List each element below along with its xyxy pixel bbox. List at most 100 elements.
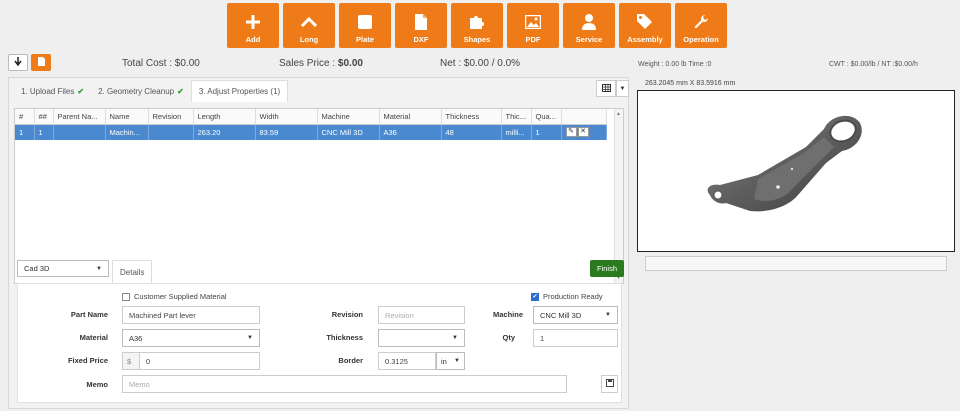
border-input[interactable]: 0.3125	[378, 352, 436, 370]
part-name-label: Part Name	[70, 310, 108, 319]
document-button[interactable]	[31, 54, 51, 71]
grid-header[interactable]: Thickness	[441, 109, 502, 125]
caret-down-icon: ▼	[454, 358, 460, 364]
image-icon	[525, 14, 541, 30]
tab-geometry-cleanup[interactable]: 2. Geometry Cleanup ✔	[91, 80, 191, 102]
download-button[interactable]	[8, 54, 28, 71]
caret-down-icon: ▼	[619, 85, 626, 92]
puzzle-icon	[469, 14, 485, 30]
service-button[interactable]: Service	[563, 3, 615, 48]
checkbox-checked[interactable]: ✔	[531, 292, 539, 301]
save-memo-button[interactable]	[601, 375, 618, 393]
grid-cell	[53, 124, 106, 140]
tab-details[interactable]: Details	[112, 260, 153, 283]
save-icon	[605, 379, 614, 389]
machine-value: CNC Mill 3D	[540, 310, 582, 320]
grid-header[interactable]: Width	[255, 109, 318, 125]
add-button-label: Add	[245, 35, 261, 44]
machine-select[interactable]: CNC Mill 3D ▼	[533, 306, 618, 324]
document-icon	[37, 57, 45, 68]
part-name-input[interactable]: Machined Part lever	[122, 306, 260, 324]
grid-header[interactable]: Revision	[148, 109, 194, 125]
close-icon[interactable]: ✕	[577, 127, 589, 138]
import-type-select[interactable]: Cad 3D ▼	[17, 260, 109, 277]
user-icon	[581, 14, 597, 30]
finish-button[interactable]: Finish	[590, 260, 624, 277]
grid-cell: 263.20	[193, 124, 256, 140]
parts-grid: # ## Parent Na... Name Revision Length W…	[14, 108, 624, 284]
checkmark-icon: ✔	[177, 86, 184, 96]
material-value: A36	[129, 333, 143, 343]
weight-time: Weight : 0.00 lb Time :0	[638, 61, 712, 68]
scroll-up-icon[interactable]: ▲	[616, 111, 621, 117]
long-button[interactable]: Long	[283, 3, 335, 48]
production-ready-checkbox[interactable]: ✔ Production Ready	[531, 292, 603, 301]
grid-header[interactable]: Thic...	[501, 109, 532, 125]
tab-upload-files[interactable]: 1. Upload Files ✔	[14, 80, 91, 102]
tab-adjust-properties[interactable]: 3. Adjust Properties (1)	[190, 80, 289, 102]
tab-adjust-properties-label: 3. Adjust Properties (1)	[198, 87, 281, 96]
grid-header[interactable]: ##	[34, 109, 54, 125]
plate-button-label: Plate	[356, 35, 374, 44]
cwt-rate: CWT : $0.00/lb / NT :$0.00/h	[829, 61, 918, 68]
add-button[interactable]: Add	[227, 3, 279, 48]
wrench-icon	[693, 14, 709, 30]
edit-icon[interactable]: ✎	[565, 127, 577, 138]
grid-header[interactable]: Parent Na...	[53, 109, 106, 125]
fixed-price-input[interactable]: 0	[139, 352, 260, 370]
grid-header[interactable]: Name	[105, 109, 149, 125]
border-unit-select[interactable]: in ▼	[436, 352, 465, 370]
sales-price-value: $0.00	[337, 58, 363, 69]
thickness-label: Thickness	[326, 333, 363, 342]
viewer-status-bar	[645, 256, 947, 271]
column-chooser-dropdown[interactable]: ▼	[616, 80, 629, 97]
customer-supplied-label: Customer Supplied Material	[134, 292, 227, 301]
part-dimensions: 263.2045 mm X 83.5916 mm	[645, 80, 736, 87]
caret-down-icon: ▼	[96, 265, 102, 272]
grid-header	[561, 109, 607, 125]
grid-header[interactable]: Machine	[317, 109, 380, 125]
shapes-button-label: Shapes	[463, 35, 491, 44]
operation-button[interactable]: Operation	[675, 3, 727, 48]
column-chooser-button[interactable]	[596, 80, 616, 97]
arrow-down-icon	[14, 57, 22, 68]
tab-details-label: Details	[120, 267, 145, 277]
grid-header[interactable]: Material	[379, 109, 442, 125]
thickness-select[interactable]: ▼	[378, 329, 465, 347]
parts-panel: 1. Upload Files ✔ 2. Geometry Cleanup ✔ 3.…	[8, 77, 629, 409]
service-button-label: Service	[575, 35, 603, 44]
dxf-button-label: DXF	[413, 35, 429, 44]
border-unit-value: in	[441, 356, 447, 366]
plate-button[interactable]: Plate	[339, 3, 391, 48]
3d-viewer[interactable]	[637, 90, 955, 252]
grid-scrollbar[interactable]: ▲ ▼	[614, 109, 623, 283]
total-cost: Total Cost : $0.00	[122, 58, 200, 69]
grid-cell: Machin...	[105, 124, 149, 140]
production-ready-label: Production Ready	[543, 292, 603, 301]
grid-cell: A36	[379, 124, 442, 140]
dxf-button[interactable]: DXF	[395, 3, 447, 48]
caret-down-icon: ▼	[247, 335, 253, 341]
long-button-label: Long	[299, 35, 319, 44]
shapes-button[interactable]: Shapes	[451, 3, 503, 48]
pdf-button[interactable]: PDF	[507, 3, 559, 48]
checkbox-box[interactable]	[122, 292, 130, 301]
sales-price-label: Sales Price :	[279, 58, 336, 69]
revision-input[interactable]: Revision	[378, 306, 465, 324]
main-toolbar: Add Long Plate DXF Shapes PDF Service As…	[227, 3, 727, 48]
machine-label: Machine	[492, 310, 523, 319]
customer-supplied-checkbox[interactable]: Customer Supplied Material	[122, 292, 227, 301]
qty-input[interactable]: 1	[533, 329, 618, 347]
grid-header[interactable]: Qua...	[531, 109, 562, 125]
memo-input[interactable]: Memo	[122, 375, 567, 393]
grid-cell: 1	[15, 124, 35, 140]
tags-icon	[637, 14, 653, 30]
revision-label: Revision	[331, 310, 363, 319]
assembly-button-label: Assembly	[627, 35, 663, 44]
pdf-button-label: PDF	[525, 35, 541, 44]
material-select[interactable]: A36 ▼	[122, 329, 260, 347]
grid-header[interactable]: Length	[193, 109, 256, 125]
grid-header[interactable]: #	[15, 109, 35, 125]
assembly-button[interactable]: Assembly	[619, 3, 671, 48]
table-row[interactable]: 1 1 Machin... 263.20 83.59 CNC Mill 3D A…	[15, 124, 607, 140]
